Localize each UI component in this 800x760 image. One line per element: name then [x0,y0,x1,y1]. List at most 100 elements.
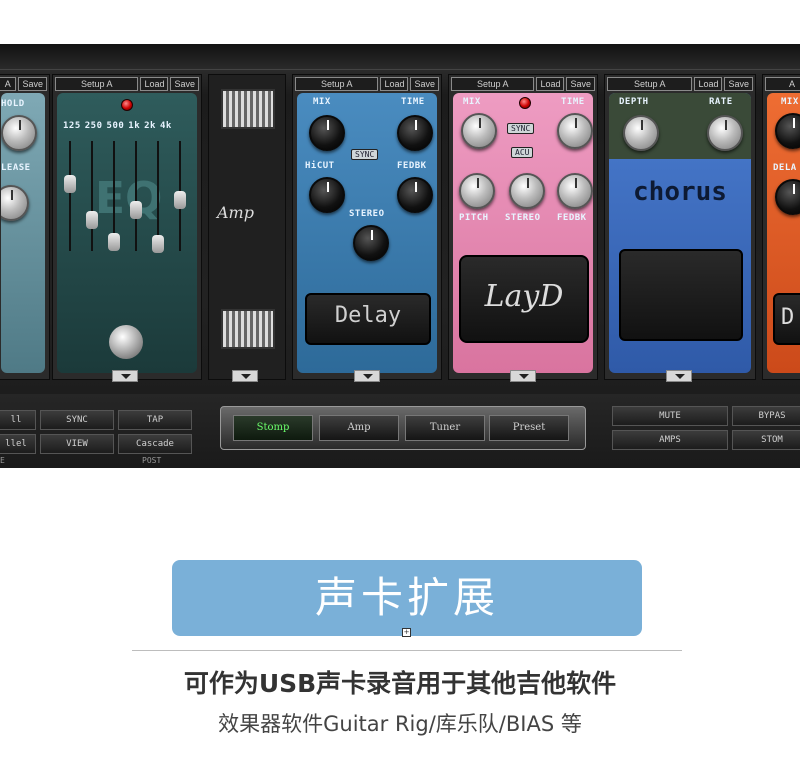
setup-name: Setup A [451,77,535,91]
stomps-button[interactable]: STOM [732,430,800,450]
chorus-pedal: DEPTH RATE chorus [609,93,751,373]
amp-grille-bottom [221,309,275,349]
load-button[interactable]: Load [140,77,169,91]
hicut-label: HiCUT [305,161,335,171]
plus-icon: + [402,628,411,637]
time-label: TIME [401,97,425,107]
feedback-knob[interactable] [557,173,593,209]
save-button[interactable]: Save [170,77,199,91]
status-led [121,99,133,111]
amps-button[interactable]: AMPS [612,430,728,450]
module-eq: Setup A Load Save 125 250 500 1k 2k 4k E… [52,74,202,380]
release-knob[interactable] [1,185,29,221]
stereo-knob[interactable] [353,225,389,261]
delay-dropdown-button[interactable] [354,370,380,382]
tap-button[interactable]: TAP [118,410,192,430]
effects-rack: A Save HOLD LEASE Setup A Load Save 125 … [0,44,800,468]
stereo-label: STEREO [505,213,541,223]
setup-name: A [765,77,800,91]
eq-slider-2k[interactable] [152,235,164,253]
right-footswitch[interactable]: D [773,293,800,345]
mix-label: MIX [463,97,481,107]
delay-name: Delay [334,303,402,328]
time-knob[interactable] [557,113,593,149]
chorus-name: chorus [633,177,727,207]
sync-button[interactable]: SYNC [507,123,535,134]
eq-slider-500[interactable] [108,233,120,251]
band-label: 125 [63,121,81,131]
time-label: TIME [561,97,585,107]
load-button[interactable]: Load [380,77,409,91]
band-label: 250 [84,121,103,131]
eq-slider-4k[interactable] [174,191,186,209]
stereo-knob[interactable] [509,173,545,209]
eq-slider-1k[interactable] [130,201,142,219]
depth-label: DEPTH [619,97,649,107]
view-button[interactable]: VIEW [40,434,114,454]
tab-preset[interactable]: Preset [489,415,569,441]
layd-dropdown-button[interactable] [510,370,536,382]
mix-knob[interactable] [775,113,800,149]
eq-pedal: 125 250 500 1k 2k 4k EQ [57,93,197,373]
delay-footswitch[interactable]: Delay [305,293,431,345]
fedbk-label: FEDBK [557,213,587,223]
hicut-knob[interactable] [309,177,345,213]
rate-label: RATE [709,97,733,107]
right-pedal-name: D [781,305,795,330]
tab-stomp[interactable]: Stomp [233,415,313,441]
delay-knob[interactable] [775,179,800,215]
setup-name: Setup A [607,77,693,91]
mix-knob[interactable] [309,115,345,151]
band-label: 500 [106,121,125,131]
eq-slider-250[interactable] [86,211,98,229]
save-button[interactable]: Save [724,77,753,91]
feedback-knob[interactable] [397,177,433,213]
amp-label: Amp [217,203,254,222]
module-chorus: Setup A Load Save DEPTH RATE chorus [604,74,756,380]
top-bar [0,44,800,70]
parallel-button[interactable]: llel [0,434,36,454]
band-label: 4k [159,121,172,131]
sync-button[interactable]: SYNC [40,410,114,430]
load-button[interactable]: Load [694,77,723,91]
eq-band-labels: 125 250 500 1k 2k 4k [63,121,172,131]
tab-tuner[interactable]: Tuner [405,415,485,441]
setup-name: A [0,77,17,91]
save-button[interactable]: Save [18,77,47,91]
feature-banner: 声卡扩展 [172,560,642,636]
time-knob[interactable] [397,115,433,151]
save-button[interactable]: Save [566,77,595,91]
knob-label-release: LEASE [1,163,31,173]
description: 效果器软件Guitar Rig/库乐队/BIAS 等 [218,712,582,736]
module-amp: Amp [208,74,286,380]
eq-dropdown-button[interactable] [112,370,138,382]
save-button[interactable]: Save [410,77,439,91]
tab-amp[interactable]: Amp [319,415,399,441]
right-pedal: MIX DELA D [767,93,800,373]
eq-logo: EQ [95,173,163,224]
mute-button[interactable]: MUTE [612,406,728,426]
acu-button[interactable]: ACU [511,147,534,158]
eq-slider-125[interactable] [64,175,76,193]
layd-footswitch[interactable]: LayD [459,255,589,343]
chorus-footswitch[interactable] [619,249,743,341]
pitch-label: PITCH [459,213,489,223]
sync-button[interactable]: SYNC [351,149,379,160]
module-partial-left: A Save HOLD LEASE [0,74,50,380]
layd-logo: LayD [484,279,564,314]
load-button[interactable]: Load [536,77,565,91]
mix-label: MIX [313,97,331,107]
hold-knob[interactable] [1,115,37,151]
bottom-button[interactable]: ll [0,410,36,430]
rate-knob[interactable] [707,115,743,151]
bypass-button[interactable]: BYPAS [732,406,800,426]
mix-knob[interactable] [461,113,497,149]
delay-pedal: MIX TIME SYNC HiCUT FEDBK STEREO Delay [297,93,437,373]
amp-dropdown-button[interactable] [232,370,258,382]
eq-footswitch[interactable] [109,325,143,359]
cascade-button[interactable]: Cascade [118,434,192,454]
chorus-dropdown-button[interactable] [666,370,692,382]
depth-knob[interactable] [623,115,659,151]
pitch-knob[interactable] [459,173,495,209]
post-label: POST [142,456,162,465]
